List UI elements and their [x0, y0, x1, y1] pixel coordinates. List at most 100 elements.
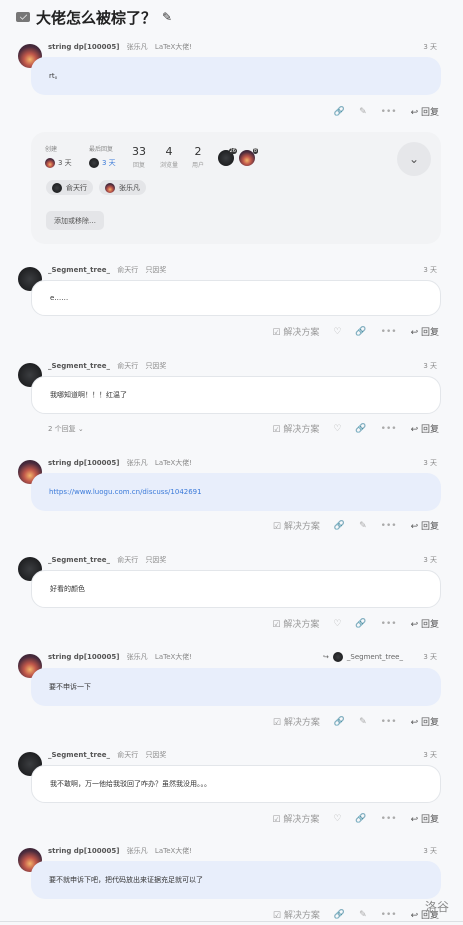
reply-button[interactable]: ↩ 回复 [411, 715, 439, 728]
username[interactable]: _Segment_tree_ [48, 751, 110, 759]
heart-icon[interactable]: ♡ [333, 619, 341, 629]
more-icon[interactable]: ••• [381, 619, 397, 629]
username[interactable]: string dp[100005] [48, 43, 119, 51]
link-icon[interactable]: 🔗 [355, 424, 366, 434]
heart-icon[interactable]: ♡ [333, 424, 341, 434]
display-name: 张乐凡 [126, 653, 148, 661]
solution-button[interactable]: ☑ 解决方案 [273, 908, 320, 921]
username[interactable]: string dp[100005] [48, 459, 119, 467]
reply-button[interactable]: ↩ 回复 [411, 812, 439, 825]
solution-button[interactable]: ☑ 解决方案 [272, 422, 319, 435]
post-actions: ☑ 解决方案 ♡ 🔗 ••• ↩ 回复 [272, 812, 439, 826]
post-time[interactable]: 3 天 [423, 555, 437, 565]
more-icon[interactable]: ••• [381, 814, 397, 824]
post-meta: _Segment_tree_ 俞天行 只因奖 [48, 265, 171, 275]
post-actions: ☑ 解决方案 ♡ 🔗 ••• ↩ 回复 [272, 325, 439, 339]
watermark: 洛谷 [424, 900, 449, 914]
mail-icon [16, 12, 30, 22]
link-icon[interactable]: 🔗 [355, 619, 366, 629]
last-reply-value[interactable]: 3 天 [89, 158, 116, 168]
post-actions: 🔗 ✎ ••• ↩ 回复 [334, 105, 439, 119]
username[interactable]: _Segment_tree_ [48, 266, 110, 274]
participant-avatar[interactable]: 8 [239, 148, 258, 166]
user-tag: 只因奖 [145, 362, 167, 370]
user-tag: 只因奖 [145, 266, 167, 274]
solution-button[interactable]: ☑ 解决方案 [273, 715, 320, 728]
more-icon[interactable]: ••• [381, 327, 397, 337]
replies-toggle[interactable]: 2 个回复 ⌄ [48, 424, 84, 434]
reply-button[interactable]: ↩ 回复 [411, 422, 439, 435]
solution-button[interactable]: ☑ 解决方案 [272, 617, 319, 630]
topic-title: 大佬怎么被棕了？ ✎ [16, 8, 172, 27]
participant-avatar[interactable]: 26 [218, 148, 237, 166]
post-time[interactable]: 3 天 [423, 458, 437, 468]
display-name: 俞天行 [117, 556, 139, 564]
more-icon[interactable]: ••• [381, 910, 397, 920]
display-name: 张乐凡 [126, 459, 148, 467]
post-time[interactable]: 3 天 [423, 652, 437, 662]
link-icon[interactable]: 🔗 [334, 107, 345, 117]
post-time[interactable]: 3 天 [423, 750, 437, 760]
post-meta: _Segment_tree_ 俞天行 只因奖 [48, 361, 171, 371]
topic-title-text: 大佬怎么被棕了？ [36, 8, 157, 27]
display-name: 张乐凡 [126, 43, 148, 51]
link-icon[interactable]: 🔗 [355, 814, 366, 824]
post-time[interactable]: 3 天 [423, 846, 437, 856]
link-icon[interactable]: 🔗 [334, 521, 345, 531]
heart-icon[interactable]: ♡ [333, 327, 341, 337]
more-icon[interactable]: ••• [381, 521, 397, 531]
reply-button[interactable]: ↩ 回复 [411, 519, 439, 532]
post-time[interactable]: 3 天 [423, 361, 437, 371]
avatar [89, 158, 99, 168]
username[interactable]: _Segment_tree_ [48, 556, 110, 564]
post-content: 好看的颜色 [31, 570, 441, 608]
post-actions: ☑ 解决方案 ♡ 🔗 ••• ↩ 回复 [272, 422, 439, 436]
pencil-icon[interactable]: ✎ [359, 107, 367, 117]
participant-chip[interactable]: 张乐凡 [99, 180, 146, 195]
pencil-icon[interactable]: ✎ [162, 10, 172, 24]
heart-icon[interactable]: ♡ [333, 814, 341, 824]
display-name: 俞天行 [117, 751, 139, 759]
post-actions: ☑ 解决方案 🔗 ✎ ••• ↩ 回复 [273, 908, 439, 922]
post-time[interactable]: 3 天 [423, 265, 437, 275]
views-count: 4 [165, 145, 173, 158]
post-content: 要不就申诉下吧，把代码放出来证据充足就可以了 [31, 861, 441, 899]
pencil-icon[interactable]: ✎ [359, 717, 367, 727]
reply-button[interactable]: ↩ 回复 [411, 617, 439, 630]
participant-chip[interactable]: 俞天行 [46, 180, 93, 195]
replies-count: 33 [132, 145, 146, 158]
more-icon[interactable]: ••• [381, 107, 397, 117]
user-tag: LaTeX大佬! [154, 847, 193, 855]
post-meta: string dp[100005] 张乐凡 LaTeX大佬! [48, 846, 197, 856]
link-icon[interactable]: 🔗 [334, 910, 345, 920]
post-time[interactable]: 3 天 [423, 42, 437, 52]
add-remove-button[interactable]: 添加或移除… [46, 211, 104, 230]
reply-to[interactable]: ↪ _Segment_tree_ [323, 652, 403, 662]
post-link[interactable]: https://www.luogu.com.cn/discuss/1042691 [49, 488, 202, 496]
username[interactable]: _Segment_tree_ [48, 362, 110, 370]
user-tag: LaTeX大佬! [154, 43, 193, 51]
last-reply-label: 最后回复 [89, 146, 114, 153]
avatar [45, 158, 55, 168]
avatar [332, 652, 343, 662]
username[interactable]: string dp[100005] [48, 847, 119, 855]
replies-label: 回复 [132, 162, 145, 169]
solution-button[interactable]: ☑ 解决方案 [273, 519, 320, 532]
user-tag: 只因奖 [145, 556, 167, 564]
pencil-icon[interactable]: ✎ [359, 521, 367, 531]
reply-button[interactable]: ↩ 回复 [411, 325, 439, 338]
username[interactable]: string dp[100005] [48, 653, 119, 661]
more-icon[interactable]: ••• [381, 717, 397, 727]
reply-button[interactable]: ↩ 回复 [411, 105, 439, 118]
link-icon[interactable]: 🔗 [334, 717, 345, 727]
post-meta: _Segment_tree_ 俞天行 只因奖 [48, 750, 171, 760]
more-icon[interactable]: ••• [381, 424, 397, 434]
post-meta: string dp[100005] 张乐凡 LaTeX大佬! [48, 42, 197, 52]
solution-button[interactable]: ☑ 解决方案 [272, 812, 319, 825]
expand-button[interactable]: ⌄ [397, 142, 431, 176]
link-icon[interactable]: 🔗 [355, 327, 366, 337]
chevron-down-icon: ⌄ [408, 152, 420, 166]
solution-button[interactable]: ☑ 解决方案 [272, 325, 319, 338]
divider [0, 921, 463, 922]
pencil-icon[interactable]: ✎ [359, 910, 367, 920]
